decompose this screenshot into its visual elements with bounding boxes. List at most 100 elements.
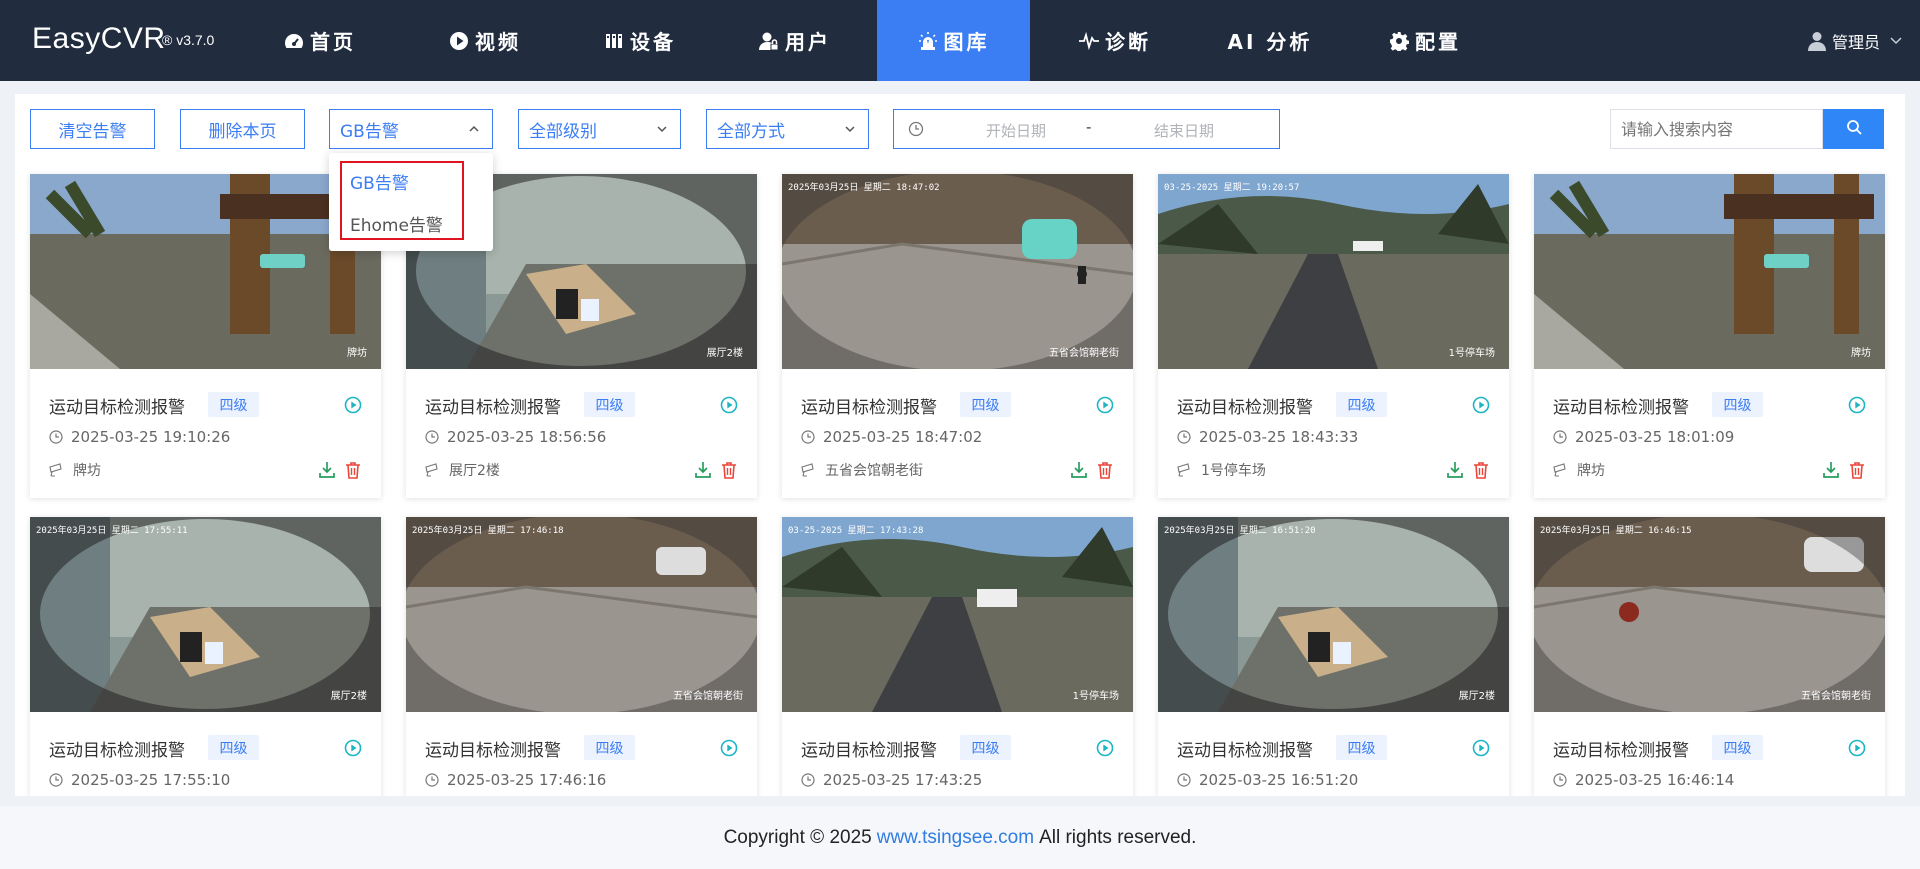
- user-lock-icon: [759, 31, 779, 51]
- camera-timestamp-overlay: 2025年03月25日 星期二 16:51:20: [1164, 526, 1316, 536]
- start-date-input[interactable]: 开始日期: [976, 120, 1056, 141]
- camera-icon: [801, 463, 817, 477]
- download-icon[interactable]: [1446, 461, 1464, 479]
- trash-icon[interactable]: [1096, 461, 1114, 479]
- camera-name-overlay: 展厅2楼: [706, 348, 743, 359]
- download-icon[interactable]: [1070, 461, 1088, 479]
- camera-name-overlay: 牌坊: [347, 348, 367, 359]
- play-circle-icon[interactable]: [344, 739, 362, 757]
- alarm-snapshot-image[interactable]: 03-25-2025 星期二 17:43:28 1号停车场: [782, 517, 1133, 712]
- alarm-card[interactable]: 2025年03月25日 星期二 17:55:11 展厅2楼 运动目标检测报警 四级 20…: [30, 517, 381, 796]
- trash-icon[interactable]: [1472, 461, 1490, 479]
- alarm-type-select[interactable]: GB告警: [329, 109, 493, 149]
- nav-item-users[interactable]: 用户: [740, 0, 850, 81]
- search-button[interactable]: [1823, 109, 1884, 149]
- end-date-input[interactable]: 结束日期: [1144, 120, 1224, 141]
- alarm-time: 2025-03-25 18:01:09: [1575, 428, 1735, 446]
- alarm-snapshot-image[interactable]: 2025年03月25日 星期二 16:51:20 展厅2楼: [1158, 517, 1509, 712]
- download-icon[interactable]: [694, 461, 712, 479]
- alarm-snapshot-image[interactable]: 牌坊: [1534, 174, 1885, 369]
- trash-icon[interactable]: [720, 461, 738, 479]
- date-separator: -: [1086, 118, 1092, 136]
- alarm-card[interactable]: 2025年03月25日 星期二 18:47:02 五省会馆朝老街 运动目标检测报警四…: [782, 174, 1133, 498]
- footer-link[interactable]: www.tsingsee.com: [877, 827, 1034, 849]
- device-icon: [604, 31, 624, 51]
- search-input[interactable]: [1610, 109, 1823, 149]
- play-circle-icon[interactable]: [1472, 396, 1490, 414]
- alarm-location-row: 展厅2楼: [425, 460, 500, 480]
- nav-label: 配置: [1415, 30, 1461, 54]
- alarm-card[interactable]: 2025年03月25日 星期二 16:51:20 展厅2楼 运动目标检测报警 四级 20…: [1158, 517, 1509, 796]
- nav-item-devices[interactable]: 设备: [585, 0, 695, 81]
- clock-icon: [425, 430, 439, 444]
- alarm-title: 运动目标检测报警: [49, 741, 185, 761]
- alarm-snapshot-image[interactable]: 03-25-2025 星期二 19:20:57 1号停车场: [1158, 174, 1509, 369]
- play-circle-icon[interactable]: [1096, 739, 1114, 757]
- nav-item-settings[interactable]: 配置: [1370, 0, 1480, 81]
- camera-icon: [1177, 463, 1193, 477]
- trash-icon[interactable]: [1848, 461, 1866, 479]
- camera-name-overlay: 1号停车场: [1072, 691, 1119, 702]
- play-circle-icon[interactable]: [344, 396, 362, 414]
- camera-timestamp-overlay: 03-25-2025 星期二 19:20:57: [1164, 183, 1300, 193]
- alarm-time-row: 2025-03-25 18:01:09: [1553, 428, 1734, 446]
- alarm-snapshot-image[interactable]: 2025年03月25日 星期二 16:46:15 五省会馆朝老街: [1534, 517, 1885, 712]
- trash-icon[interactable]: [344, 461, 362, 479]
- alarm-location-row: 牌坊: [1553, 460, 1605, 480]
- date-range-picker[interactable]: 开始日期 - 结束日期: [893, 109, 1280, 149]
- alarm-time: 2025-03-25 17:43:25: [823, 771, 983, 789]
- nav-label: 视频: [475, 30, 521, 54]
- nav-label: 图库: [943, 30, 990, 54]
- camera-name-overlay: 五省会馆朝老街: [1801, 691, 1871, 702]
- nav-label: 用户: [785, 30, 831, 54]
- clock-icon: [1553, 430, 1567, 444]
- clear-alarms-button[interactable]: 清空告警: [30, 109, 155, 149]
- alarm-level-badge: 四级: [584, 392, 635, 417]
- dashboard-icon: [284, 31, 304, 51]
- clock-icon: [801, 430, 815, 444]
- nav-item-video[interactable]: 视频: [430, 0, 540, 81]
- alarm-snapshot-image[interactable]: 2025年03月25日 星期二 18:47:02 五省会馆朝老街: [782, 174, 1133, 369]
- alarm-snapshot-image[interactable]: 2025年03月25日 星期二 17:46:18 五省会馆朝老街: [406, 517, 757, 712]
- user-menu[interactable]: 管理员: [1807, 0, 1902, 81]
- play-circle-icon[interactable]: [720, 739, 738, 757]
- play-circle-icon[interactable]: [1848, 739, 1866, 757]
- play-circle-icon[interactable]: [720, 396, 738, 414]
- alarm-card[interactable]: 03-25-2025 星期二 17:43:28 1号停车场 运动目标检测报警 四级 20…: [782, 517, 1133, 796]
- play-circle-icon[interactable]: [1096, 396, 1114, 414]
- delete-page-button[interactable]: 删除本页: [180, 109, 305, 149]
- dropdown-option-gb[interactable]: GB告警: [350, 169, 409, 194]
- clock-icon: [425, 773, 439, 787]
- play-circle-icon[interactable]: [1472, 739, 1490, 757]
- dropdown-option-ehome[interactable]: Ehome告警: [350, 211, 443, 236]
- alarm-title: 运动目标检测报警: [49, 398, 185, 418]
- chevron-down-icon: [656, 123, 668, 135]
- download-icon[interactable]: [318, 461, 336, 479]
- level-select[interactable]: 全部级别: [518, 109, 681, 149]
- nav-item-ai-analysis[interactable]: AI 分析: [1215, 0, 1325, 81]
- alarm-title: 运动目标检测报警: [801, 398, 937, 418]
- alarm-card[interactable]: 03-25-2025 星期二 19:20:57 1号停车场 运动目标检测报警 四级 20…: [1158, 174, 1509, 498]
- camera-icon: [1553, 463, 1569, 477]
- nav-label: 设备: [630, 30, 676, 54]
- brand-logo[interactable]: EasyCVR: [32, 22, 166, 56]
- alarm-card[interactable]: 2025年03月25日 星期二 17:46:18 五省会馆朝老街 运动目标检测报警 四…: [406, 517, 757, 796]
- play-circle-icon[interactable]: [1848, 396, 1866, 414]
- method-value: 全部方式: [717, 121, 785, 142]
- user-name: 管理员: [1831, 32, 1880, 52]
- alarm-snapshot-image[interactable]: 2025年03月25日 星期二 17:55:11 展厅2楼: [30, 517, 381, 712]
- user-icon: [1807, 31, 1826, 51]
- alarm-time-row: 2025-03-25 16:51:20: [1177, 771, 1358, 789]
- alarm-location: 1号停车场: [1201, 463, 1266, 479]
- alarm-time-row: 2025-03-25 17:46:16: [425, 771, 606, 789]
- chevron-up-icon: [468, 123, 480, 135]
- nav-item-home[interactable]: 首页: [265, 0, 375, 81]
- camera-timestamp-overlay: 03-25-2025 星期二 17:43:28: [788, 526, 924, 536]
- nav-item-gallery[interactable]: 图库: [877, 0, 1030, 81]
- download-icon[interactable]: [1822, 461, 1840, 479]
- alarm-card[interactable]: 牌坊 运动目标检测报警 四级 2025-03-25 18:01:09 牌坊: [1534, 174, 1885, 498]
- camera-name-overlay: 五省会馆朝老街: [673, 691, 743, 702]
- nav-item-diagnosis[interactable]: 诊断: [1060, 0, 1170, 81]
- alarm-card[interactable]: 2025年03月25日 星期二 16:46:15 五省会馆朝老街 运动目标检测报警 四…: [1534, 517, 1885, 796]
- method-select[interactable]: 全部方式: [706, 109, 869, 149]
